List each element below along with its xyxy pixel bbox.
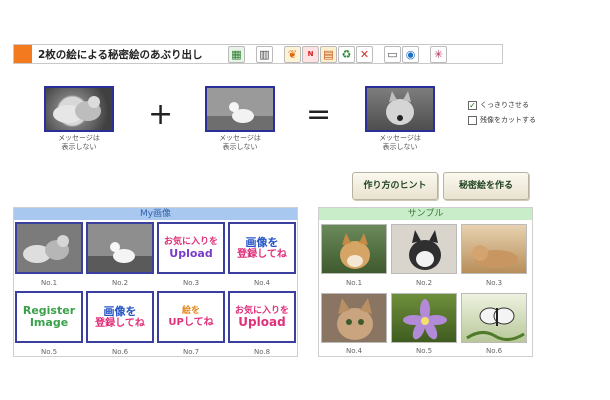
result-image[interactable] <box>365 86 435 132</box>
sample-4[interactable] <box>321 293 387 343</box>
my-image-label-3: No.3 <box>182 279 200 287</box>
source-caption-1: メッセージは 表示しない <box>58 134 100 151</box>
hint-button[interactable]: 作り方のヒント <box>352 172 438 200</box>
sample-6[interactable] <box>461 293 527 343</box>
page-title: 2枚の絵による秘密絵のあぶり出し <box>38 49 203 61</box>
white-cat-photo-icon <box>207 102 273 130</box>
new-icon[interactable]: N <box>302 46 319 63</box>
sample-label-5: No.5 <box>415 347 433 355</box>
my-image-4[interactable]: 画像を 登録してね <box>228 222 296 274</box>
result-caption: メッセージは 表示しない <box>379 134 421 151</box>
toolbar: ▦ ▥ ❦ N ▤ ♻ ✕ ▭ ◉ ✳ <box>228 46 447 63</box>
film-icon[interactable]: ▥ <box>256 46 273 63</box>
magnifier-icon[interactable]: ◉ <box>402 46 419 63</box>
upload-favorite-promo: お気に入りを Upload <box>159 224 223 272</box>
sample-5[interactable] <box>391 293 457 343</box>
white-cat-photo-icon <box>88 224 152 272</box>
my-image-label-1: No.1 <box>40 279 58 287</box>
my-image-6[interactable]: 画像を 登録してね <box>86 291 154 343</box>
husky-photo-icon <box>409 230 441 270</box>
option-cut[interactable]: 残像をカットする <box>468 115 536 125</box>
my-image-8[interactable]: お気に入りを Upload <box>228 291 296 343</box>
sample-label-1: No.1 <box>345 279 363 287</box>
bird-icon[interactable]: ❦ <box>284 46 301 63</box>
sample-2[interactable] <box>391 224 457 274</box>
sample-label-6: No.6 <box>485 347 503 355</box>
flower-photo-icon <box>403 299 447 340</box>
cut-checkbox[interactable] <box>468 115 477 125</box>
my-image-2[interactable] <box>86 222 154 274</box>
my-image-7[interactable]: 絵を UPしてね <box>157 291 225 343</box>
samples-title: サンプル <box>319 208 532 220</box>
dog-photo-icon <box>386 91 414 125</box>
cats-photo-icon <box>53 96 101 123</box>
cards-icon[interactable]: ▤ <box>320 46 337 63</box>
option-sharpen[interactable]: ✓ くっきりさせる <box>468 100 529 110</box>
my-image-label-5: No.5 <box>40 348 58 356</box>
sharpen-checkbox[interactable]: ✓ <box>468 100 477 110</box>
print-icon[interactable]: ▭ <box>384 46 401 63</box>
my-image-1[interactable] <box>15 222 83 274</box>
register-image-promo: 画像を 登録してね <box>230 224 294 272</box>
title-bar: 2枚の絵による秘密絵のあぶり出し ▦ ▥ ❦ N ▤ ♻ ✕ ▭ ◉ ✳ <box>13 44 503 64</box>
calendar-icon[interactable]: ▦ <box>228 46 245 63</box>
source-image-2[interactable] <box>205 86 275 132</box>
my-image-label-8: No.8 <box>253 348 271 356</box>
upload-favorite-promo: お気に入りを Upload <box>230 293 294 341</box>
sample-label-2: No.2 <box>415 279 433 287</box>
source-caption-2: メッセージは 表示しない <box>219 134 261 151</box>
sample-label-4: No.4 <box>345 347 363 355</box>
sample-1[interactable] <box>321 224 387 274</box>
butterfly-photo-icon <box>466 307 525 341</box>
cat-lying-photo-icon <box>472 245 518 268</box>
my-image-label-2: No.2 <box>111 279 129 287</box>
recycle-icon[interactable]: ♻ <box>338 46 355 63</box>
star-icon[interactable]: ✳ <box>430 46 447 63</box>
sharpen-label: くっきりさせる <box>480 101 529 109</box>
cats-photo-icon <box>17 224 81 272</box>
my-image-label-6: No.6 <box>111 348 129 356</box>
toys-icon[interactable]: ✕ <box>356 46 373 63</box>
my-image-label-7: No.7 <box>182 348 200 356</box>
plus-operator: + <box>148 97 174 132</box>
kitten-photo-icon <box>337 298 373 340</box>
title-accent-block <box>14 45 32 63</box>
sample-label-3: No.3 <box>485 279 503 287</box>
equals-operator: = <box>306 97 332 132</box>
my-images-title: My画像 <box>14 208 297 220</box>
upload-picture-promo: 絵を UPしてね <box>159 293 223 341</box>
my-image-3[interactable]: お気に入りを Upload <box>157 222 225 274</box>
cut-label: 残像をカットする <box>480 116 536 124</box>
dog-photo-icon <box>340 233 370 269</box>
register-en-promo: Register Image <box>17 293 81 341</box>
my-image-5[interactable]: Register Image <box>15 291 83 343</box>
make-secret-button[interactable]: 秘密絵を作る <box>443 172 529 200</box>
sample-3[interactable] <box>461 224 527 274</box>
source-image-1[interactable] <box>44 86 114 132</box>
register-image-promo: 画像を 登録してね <box>88 293 152 341</box>
my-image-label-4: No.4 <box>253 279 271 287</box>
